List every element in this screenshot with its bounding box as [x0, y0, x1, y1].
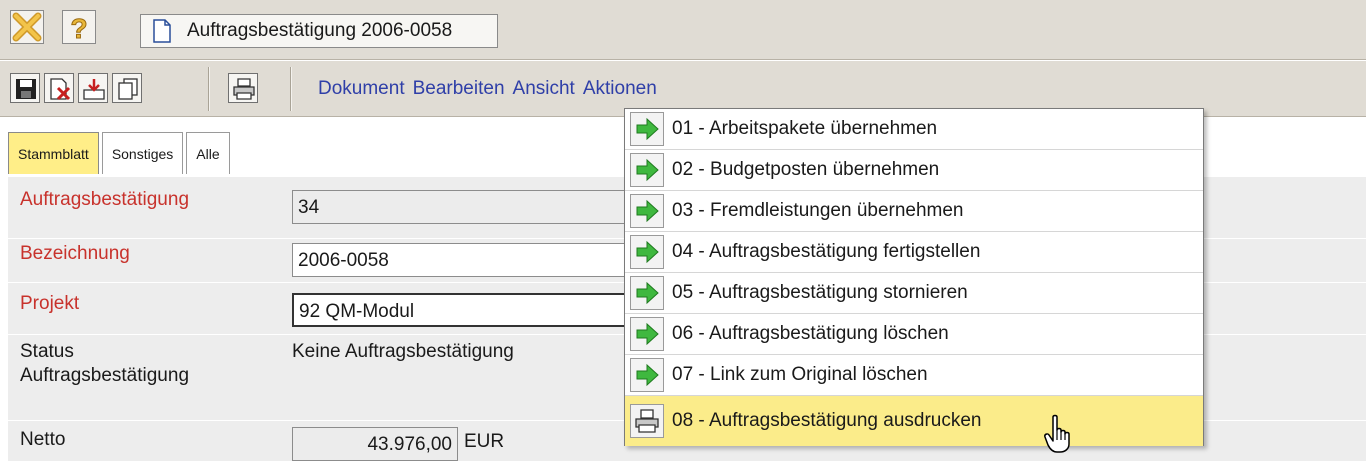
window-titlebar: ? Auftragsbestätigung 2006-0058	[0, 0, 1366, 60]
arrow-right-icon	[630, 317, 664, 351]
projekt-select[interactable]: 92 QM-Modul	[292, 293, 632, 327]
menu-aktionen[interactable]: Aktionen	[583, 78, 657, 100]
toolbar-separator	[208, 67, 210, 111]
bezeichnung-input[interactable]: 2006-0058	[292, 243, 632, 277]
auftragsbestaetigung-field[interactable]: 34	[292, 190, 632, 224]
save-icon	[16, 79, 36, 99]
status-label-line2: Auftragsbestätigung	[20, 365, 190, 386]
tab-stammblatt[interactable]: Stammblatt	[8, 132, 99, 174]
menu-item-label: 01 - Arbeitspakete übernehmen	[672, 118, 938, 139]
arrow-right-icon	[630, 358, 664, 392]
menu-item-04[interactable]: 04 - Auftragsbestätigung fertigstellen	[625, 232, 1203, 273]
menu-item-label: 03 - Fremdleistungen übernehmen	[672, 200, 964, 221]
menu-bar: Dokument Bearbeiten Ansicht Aktionen	[318, 78, 657, 100]
save-button[interactable]	[10, 73, 40, 103]
tab-strip: Stammblatt Sonstiges Alle	[8, 132, 233, 174]
help-button[interactable]: ?	[62, 10, 96, 45]
close-button[interactable]	[10, 10, 44, 44]
svg-text:?: ?	[70, 13, 87, 43]
status-value: Keine Auftragsbestätigung	[292, 341, 514, 362]
menu-item-08[interactable]: 08 - Auftragsbestätigung ausdrucken	[625, 396, 1203, 446]
netto-currency: EUR	[464, 431, 505, 452]
hand-pointer-cursor-icon	[1044, 414, 1070, 453]
import-button[interactable]	[78, 73, 108, 103]
help-question-icon: ?	[70, 13, 88, 45]
aktionen-dropdown-menu: 01 - Arbeitspakete übernehmen 02 - Budge…	[624, 108, 1204, 446]
print-button[interactable]	[228, 73, 258, 103]
import-icon	[83, 79, 105, 100]
print-icon	[233, 78, 255, 100]
netto-label: Netto	[20, 429, 66, 450]
print-icon	[630, 404, 664, 438]
arrow-right-icon	[630, 153, 664, 187]
menu-item-06[interactable]: 06 - Auftragsbestätigung löschen	[625, 314, 1203, 355]
copy-button[interactable]	[112, 73, 142, 103]
menu-item-label: 08 - Auftragsbestätigung ausdrucken	[672, 410, 982, 431]
arrow-right-icon	[630, 276, 664, 310]
delete-icon	[50, 78, 71, 101]
tab-alle[interactable]: Alle	[186, 132, 230, 174]
copy-icon	[118, 78, 138, 100]
arrow-right-icon	[630, 112, 664, 146]
arrow-right-icon	[630, 194, 664, 228]
menu-item-label: 02 - Budgetposten übernehmen	[672, 159, 940, 180]
menu-bearbeiten[interactable]: Bearbeiten	[413, 78, 505, 100]
menu-item-05[interactable]: 05 - Auftragsbestätigung stornieren	[625, 273, 1203, 314]
arrow-right-icon	[630, 235, 664, 269]
tab-sonstiges[interactable]: Sonstiges	[101, 132, 184, 174]
menu-ansicht[interactable]: Ansicht	[513, 78, 575, 100]
auftragsbestaetigung-label: Auftragsbestätigung	[20, 189, 190, 210]
close-x-icon	[12, 12, 42, 42]
menu-item-label: 04 - Auftragsbestätigung fertigstellen	[672, 241, 981, 262]
menu-item-label: 07 - Link zum Original löschen	[672, 364, 928, 385]
menu-item-label: 06 - Auftragsbestätigung löschen	[672, 323, 949, 344]
menu-item-02[interactable]: 02 - Budgetposten übernehmen	[625, 150, 1203, 191]
menu-dokument[interactable]: Dokument	[318, 78, 405, 100]
menu-item-03[interactable]: 03 - Fremdleistungen übernehmen	[625, 191, 1203, 232]
document-title-tab[interactable]: Auftragsbestätigung 2006-0058	[140, 14, 498, 48]
projekt-label: Projekt	[20, 293, 80, 314]
menu-item-01[interactable]: 01 - Arbeitspakete übernehmen	[625, 109, 1203, 150]
document-title: Auftragsbestätigung 2006-0058	[187, 20, 453, 41]
bezeichnung-label: Bezeichnung	[20, 243, 130, 264]
document-icon	[153, 19, 171, 43]
menu-item-label: 05 - Auftragsbestätigung stornieren	[672, 282, 968, 303]
delete-button[interactable]	[44, 73, 74, 103]
netto-field[interactable]: 43.976,00	[292, 427, 458, 461]
toolbar-separator	[290, 67, 292, 111]
status-label-line1: Status	[20, 341, 74, 362]
menu-item-07[interactable]: 07 - Link zum Original löschen	[625, 355, 1203, 396]
